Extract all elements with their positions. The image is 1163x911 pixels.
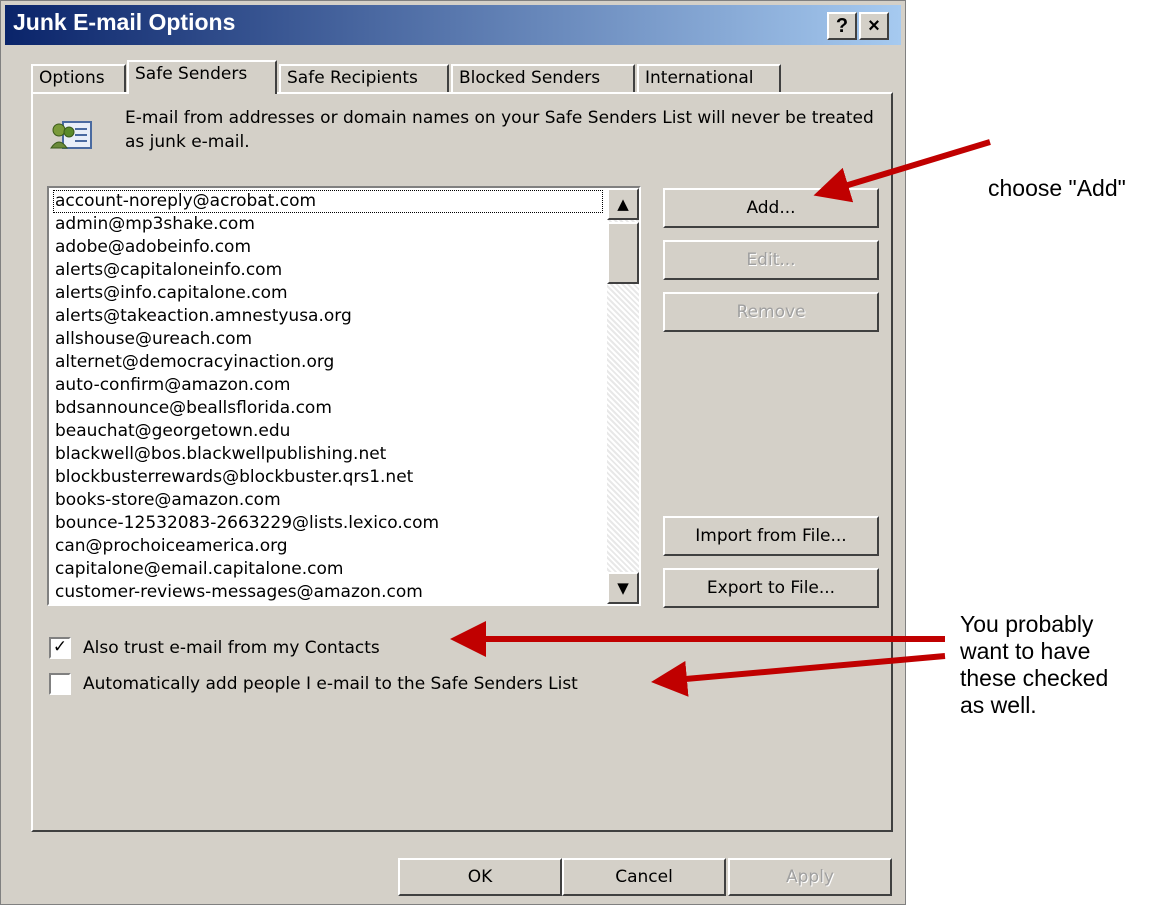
annotation-arrows <box>450 139 991 697</box>
checkbox-annotation-line: You probably <box>960 611 1094 637</box>
add-arrow <box>813 139 991 203</box>
auto-add-arrow <box>651 653 946 697</box>
checkbox-annotation-line: these checked <box>960 665 1109 691</box>
add-annotation: choose "Add" <box>988 175 1126 201</box>
checkbox-annotation-line: want to have <box>960 638 1091 664</box>
checkbox-annotation: You probably want to have these checked … <box>960 611 1108 719</box>
tab-safe-senders[interactable]: Safe Senders <box>127 60 277 94</box>
checkbox-annotation-line: as well. <box>960 692 1037 718</box>
